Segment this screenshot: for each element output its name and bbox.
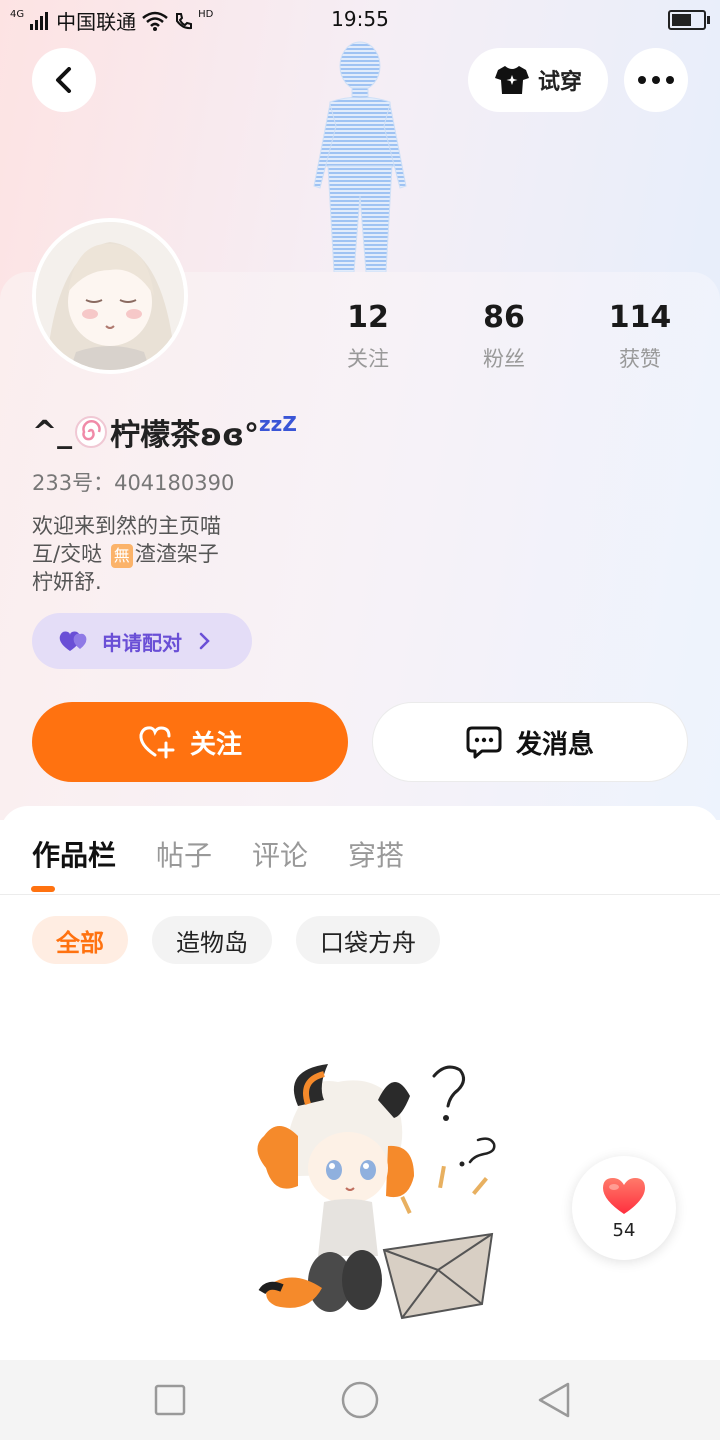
clock: 19:55	[331, 7, 389, 31]
tab-works[interactable]: 作品栏	[32, 834, 116, 874]
active-tab-indicator	[31, 886, 55, 892]
fishcake-icon	[75, 416, 108, 448]
username: ^_ 柠檬茶ʚɞ° zzZ	[32, 410, 297, 454]
chevron-left-icon	[56, 67, 71, 93]
bio-line-with-badge: 互/交哒 無渣渣架子	[32, 540, 221, 568]
more-button[interactable]	[624, 48, 688, 112]
request-pair-button[interactable]: 申请配对	[32, 613, 252, 669]
follow-button[interactable]: 关注	[32, 702, 348, 782]
tab-bar: 作品栏 帖子 评论 穿搭	[32, 834, 404, 874]
back-nav-icon[interactable]	[536, 1380, 572, 1420]
chip-all[interactable]: 全部	[32, 916, 128, 964]
tab-comments[interactable]: 评论	[252, 834, 308, 874]
avatar[interactable]	[32, 218, 188, 374]
chevron-right-icon	[199, 632, 210, 650]
follow-label: 关注	[189, 729, 242, 760]
send-message-button[interactable]: 发消息	[372, 702, 688, 782]
like-button[interactable]: 54	[572, 1156, 676, 1260]
bio-line: 渣渣架子	[134, 542, 219, 566]
tab-posts[interactable]: 帖子	[156, 834, 212, 874]
stat-followers[interactable]: 86 粉丝	[436, 300, 572, 373]
avatar-image	[36, 222, 184, 370]
system-nav-bar	[0, 1360, 720, 1440]
bio: 欢迎来到然的主页喵 互/交哒 無渣渣架子 柠妍舒.	[32, 512, 221, 596]
recent-apps-icon[interactable]	[154, 1380, 186, 1420]
battery-icon	[668, 10, 710, 30]
stat-label: 粉丝	[483, 347, 525, 371]
stats-row: 12 关注 86 粉丝 114 获赞	[300, 300, 720, 373]
content-panel: 作品栏 帖子 评论 穿搭 全部 造物岛 口袋方舟 54	[0, 806, 720, 1366]
back-button[interactable]	[32, 48, 96, 112]
empty-state-illustration	[257, 1064, 496, 1320]
wu-badge-icon: 無	[110, 544, 133, 568]
stat-value: 12	[347, 300, 389, 335]
tshirt-icon	[494, 66, 529, 94]
stat-label: 关注	[347, 347, 389, 371]
username-prefix: ^_	[32, 414, 73, 450]
stat-likes[interactable]: 114 获赞	[572, 300, 708, 373]
username-main: 柠檬茶ʚɞ°	[110, 418, 260, 453]
like-count: 54	[612, 1219, 636, 1241]
stat-label: 获赞	[619, 347, 661, 371]
chip-pocket-ark[interactable]: 口袋方舟	[296, 916, 440, 964]
filter-chips: 全部 造物岛 口袋方舟	[32, 916, 440, 964]
stat-value: 86	[483, 300, 525, 335]
stat-following[interactable]: 12 关注	[300, 300, 436, 373]
send-message-label: 发消息	[515, 729, 594, 760]
user-id: 233号：404180390	[32, 471, 235, 495]
stat-value: 114	[608, 300, 672, 335]
status-bar: 4G 中国联通 HD 19:55	[0, 0, 720, 40]
avatar-model-image[interactable]	[290, 36, 430, 276]
request-pair-label: 申请配对	[102, 630, 182, 655]
bio-line: 互/交哒	[32, 542, 103, 566]
try-on-button[interactable]: 试穿	[468, 48, 608, 112]
heart-icon	[603, 1177, 645, 1214]
try-on-label: 试穿	[537, 70, 582, 95]
bio-line: 柠妍舒.	[32, 570, 102, 594]
divider	[0, 894, 720, 895]
heart-plus-icon	[139, 726, 175, 759]
bio-line: 欢迎来到然的主页喵	[32, 514, 221, 538]
tab-outfits[interactable]: 穿搭	[348, 834, 404, 874]
double-heart-icon	[59, 631, 87, 651]
username-sleep: zzZ	[259, 412, 297, 436]
more-dots-icon	[638, 76, 674, 84]
chip-creation-island[interactable]: 造物岛	[152, 916, 272, 964]
home-icon[interactable]	[340, 1380, 380, 1420]
chat-bubble-icon	[466, 726, 502, 759]
